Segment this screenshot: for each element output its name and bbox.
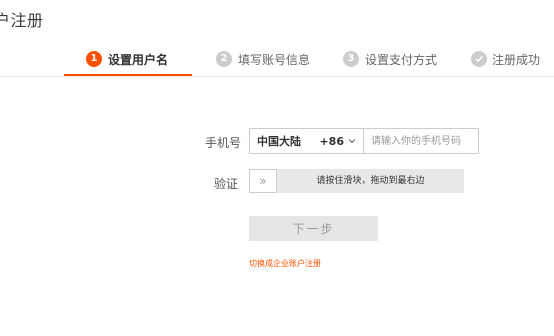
step-label: 填写账号信息 [238,52,311,67]
page-title: 户注册 [0,11,44,30]
switch-enterprise-link[interactable]: 切换成企业账户注册 [249,258,321,269]
step-number: 1 [86,51,102,67]
steps-divider [0,76,554,77]
next-step-button[interactable]: 下一步 [249,216,378,241]
step-number: 2 [216,51,232,67]
phone-label: 手机号 [205,136,242,150]
slider-handle[interactable]: » [249,169,277,193]
step-label: 设置支付方式 [365,52,438,67]
step-number: 3 [343,51,359,67]
check-circle-icon [471,51,487,67]
step-payment-method: 3 设置支付方式 [343,40,437,78]
slider-captcha: » 请按住滑块，拖动到最右边 [249,169,464,193]
region-select[interactable]: 中国大陆 +86 [249,128,364,154]
step-label: 设置用户名 [108,52,169,67]
step-label: 注册成功 [492,52,541,67]
slider-instruction: 请按住滑块，拖动到最右边 [316,176,425,186]
chevron-down-icon [348,138,356,144]
region-code: +86 [319,134,344,148]
registration-steps: 1 设置用户名 2 填写账号信息 3 设置支付方式 注册成功 [0,40,554,78]
region-name: 中国大陆 [257,135,301,148]
step-set-username: 1 设置用户名 [86,40,168,78]
double-chevron-right-icon: » [259,174,267,188]
verify-label: 验证 [214,177,239,191]
step-account-info: 2 填写账号信息 [216,40,310,78]
step-registration-success: 注册成功 [471,40,540,78]
phone-input[interactable] [364,128,479,154]
